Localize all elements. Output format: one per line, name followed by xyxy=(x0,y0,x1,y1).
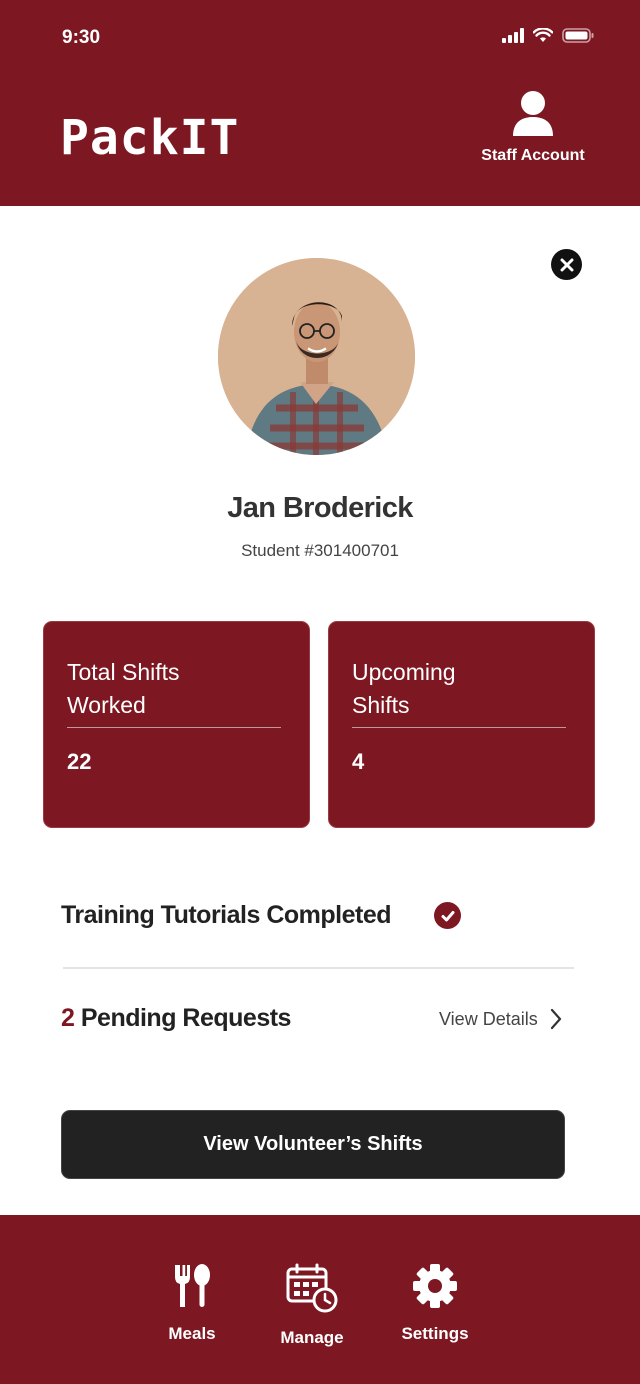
app-header: 9:30 PackIT Staff Account xyxy=(0,0,640,206)
avatar xyxy=(218,258,415,455)
pending-requests: 2 Pending Requests xyxy=(61,1004,291,1033)
status-time: 9:30 xyxy=(62,27,101,48)
total-shifts-value: 22 xyxy=(67,749,92,774)
signal-icon xyxy=(502,28,524,43)
pending-count: 2 xyxy=(61,1004,75,1032)
view-details-link[interactable]: View Details xyxy=(439,1008,562,1030)
total-shifts-card: Total Shifts Worked 22 xyxy=(43,621,310,828)
total-shifts-title-line1: Total Shifts xyxy=(67,659,180,685)
gear-icon xyxy=(413,1264,457,1308)
nav-item-manage[interactable]: Manage xyxy=(276,1263,348,1348)
nav-item-settings[interactable]: Settings xyxy=(397,1263,473,1344)
upcoming-shifts-title-line1: Upcoming xyxy=(352,659,456,685)
nav-item-meals[interactable]: Meals xyxy=(162,1263,222,1344)
nav-label-manage: Manage xyxy=(280,1328,344,1347)
battery-icon xyxy=(562,28,594,43)
nav-label-meals: Meals xyxy=(168,1324,216,1343)
close-button[interactable] xyxy=(551,249,582,280)
status-icons xyxy=(502,28,594,43)
fork-spoon-icon xyxy=(175,1264,210,1307)
upcoming-shifts-title-line2: Shifts xyxy=(352,692,410,718)
nav-label-settings: Settings xyxy=(401,1324,469,1343)
total-shifts-title-line2: Worked xyxy=(67,692,146,718)
chevron-right-icon xyxy=(550,1008,561,1030)
staff-account-label: Staff Account xyxy=(481,147,585,164)
close-icon xyxy=(560,258,573,271)
upcoming-shifts-title: Upcoming Shifts xyxy=(352,656,566,728)
upcoming-shifts-value: 4 xyxy=(352,749,365,774)
view-details-label: View Details xyxy=(439,1008,538,1029)
user-icon xyxy=(513,91,553,136)
total-shifts-title: Total Shifts Worked xyxy=(67,656,281,728)
wifi-icon xyxy=(533,28,553,42)
training-status-label: Training Tutorials Completed xyxy=(61,901,392,929)
view-volunteer-shifts-button[interactable]: View Volunteer’s Shifts xyxy=(61,1110,565,1179)
section-divider xyxy=(63,967,574,969)
profile-name: Jan Broderick xyxy=(227,492,413,524)
upcoming-shifts-card: Upcoming Shifts 4 xyxy=(328,621,595,828)
app-logo: PackIT xyxy=(60,110,240,166)
student-id: Student #301400701 xyxy=(241,541,399,560)
pending-label: Pending Requests xyxy=(80,1004,292,1032)
staff-account-button[interactable]: Staff Account xyxy=(478,90,588,165)
calendar-clock-icon xyxy=(286,1263,338,1313)
bottom-nav: Meals Manage Settings xyxy=(0,1215,640,1384)
check-icon xyxy=(434,902,461,929)
